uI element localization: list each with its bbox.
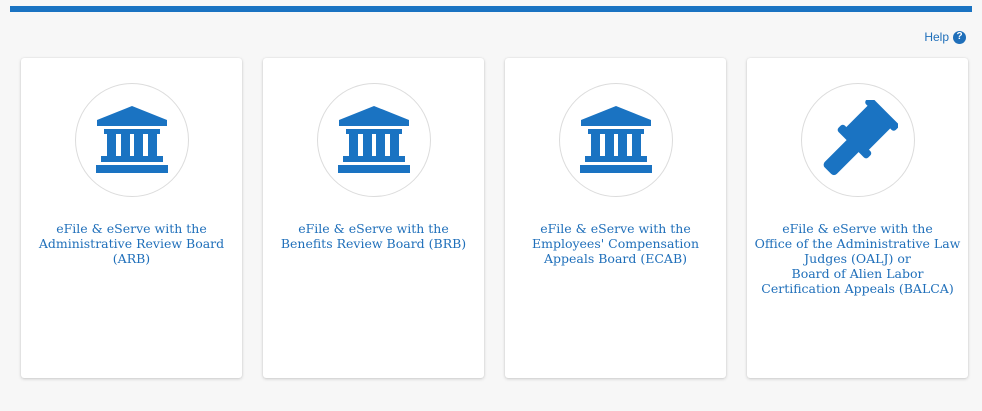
card-label-line: Employees' Compensation [531,236,700,251]
icon-circle [316,83,431,197]
card-label-line: Certification Appeals (BALCA) [761,281,954,296]
courthouse-icon [579,106,652,173]
board-cards: eFile & eServe with the Administrative R… [21,58,968,378]
card-label-line: eFile & eServe with the [540,221,691,236]
card-brb[interactable]: eFile & eServe with the Benefits Review … [263,58,484,378]
card-label-line: Appeals Board (ECAB) [543,251,688,266]
help-label: Help [924,30,949,44]
card-label-line: (ARB) [112,251,151,266]
card-label-line: eFile & eServe with the [56,221,207,236]
icon-circle [558,83,673,197]
card-label-line: Office of the Administrative Law [754,236,961,251]
card-label-line: Benefits Review Board (BRB) [280,236,467,251]
card-label-line: Judges (OALJ) or [804,251,911,266]
icon-circle [800,83,915,197]
help-link[interactable]: Help ? [924,30,966,44]
card-oalj-balca[interactable]: eFile & eServe with the Office of the Ad… [747,58,968,378]
card-label: eFile & eServe with the Benefits Review … [273,221,474,251]
card-label: eFile & eServe with the Office of the Ad… [747,221,969,296]
card-arb[interactable]: eFile & eServe with the Administrative R… [21,58,242,378]
card-ecab[interactable]: eFile & eServe with the Employees' Compe… [505,58,726,378]
card-label: eFile & eServe with the Administrative R… [31,221,232,266]
card-label: eFile & eServe with the Employees' Compe… [524,221,707,266]
card-label-line: Board of Alien Labor [791,266,924,281]
gavel-icon [823,100,898,176]
icon-circle [74,83,189,197]
courthouse-icon [95,106,168,173]
card-label-line: eFile & eServe with the [298,221,449,236]
courthouse-icon [337,106,410,173]
top-accent-bar [10,6,972,12]
card-label-line: eFile & eServe with the [782,221,933,236]
question-circle-icon: ? [953,30,966,44]
card-label-line: Administrative Review Board [38,236,225,251]
